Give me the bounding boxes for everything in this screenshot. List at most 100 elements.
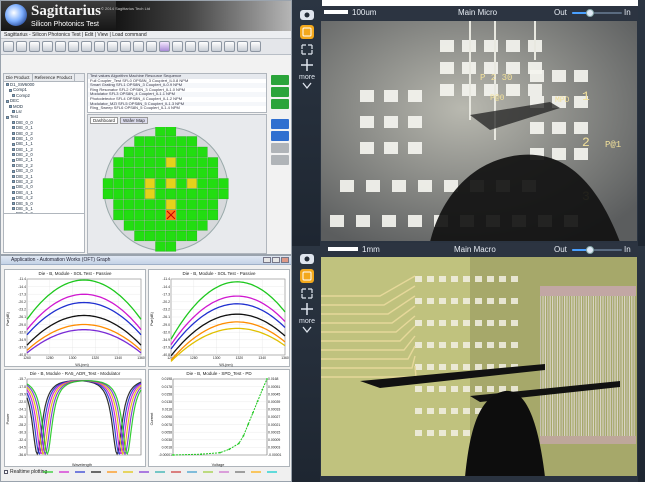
move-icon[interactable] [292,302,322,318]
expand-icon[interactable] [292,286,322,302]
toolbar-button[interactable] [16,41,27,52]
tree-item-label: DIE_3_1 [16,173,33,179]
y-tick-label: -34.5 [18,446,26,450]
layers-icon[interactable] [292,268,322,286]
minimize-icon[interactable] [263,257,271,263]
action-button[interactable] [271,119,289,129]
macro-pad [463,364,470,370]
tree-checkbox-icon[interactable] [12,169,15,173]
tree-checkbox-icon[interactable] [6,99,9,103]
tab-reference-product[interactable]: Reference Product [33,74,76,81]
more-label[interactable]: more [292,74,322,81]
test-parameters-table[interactable]: Test values Algorithm Machine Resource S… [87,73,267,113]
stripe [580,296,582,436]
toolbar-button[interactable] [29,41,40,52]
toolbar-button[interactable] [120,41,131,52]
toolbar-button[interactable] [172,41,183,52]
toolbar-button[interactable] [81,41,92,52]
y-tick-label: -32.0 [18,330,26,334]
tree-checkbox-icon[interactable] [9,104,12,108]
bond-pad [392,180,406,192]
menu-bar[interactable]: Sagittarius - Silicon Photonics Test | E… [1,31,291,39]
toolbar-button[interactable] [42,41,53,52]
tree-checkbox-icon[interactable] [9,88,12,92]
tree-checkbox-icon[interactable] [12,131,15,135]
action-button[interactable] [271,87,289,97]
action-button[interactable] [271,143,289,153]
tree-checkbox-icon[interactable] [12,196,15,200]
toolbar-button[interactable] [224,41,235,52]
tree-checkbox-icon[interactable] [12,121,15,125]
action-button[interactable] [271,99,289,109]
toolbar-button[interactable] [107,41,118,52]
tree-checkbox-icon[interactable] [12,201,15,205]
tab-die-product[interactable]: Die Product [4,74,33,81]
chevron-down-icon[interactable] [292,325,322,337]
camera-icon[interactable] [292,252,322,268]
tree-checkbox-icon[interactable] [12,191,15,195]
toolbar-button[interactable] [3,41,14,52]
tree-checkbox-icon[interactable] [12,175,15,178]
wafer-die [134,230,145,242]
y2-tick-label: 0.00039 [268,400,280,404]
toolbar-button[interactable] [185,41,196,52]
tree-checkbox-icon[interactable] [12,153,15,157]
micro-camera-view[interactable]: P 2 30P@0MPD12P@13 [320,20,638,242]
tree-checkbox-icon[interactable] [12,158,15,162]
macro-camera-view[interactable] [320,256,638,477]
stripe [576,296,578,436]
tree-checkbox-icon[interactable] [12,110,15,114]
micro-zoom-knob[interactable] [585,9,594,17]
tree-checkbox-icon[interactable] [6,115,9,119]
tree-checkbox-icon[interactable] [6,83,9,87]
toolbar-button-selected[interactable] [159,41,170,52]
toolbar-button[interactable] [211,41,222,52]
tab-wafer-map[interactable]: Wafer Map [120,117,148,124]
toolbar-button[interactable] [250,41,261,52]
checkbox-icon[interactable] [4,469,8,474]
action-button[interactable] [271,131,289,141]
macro-pad [463,342,470,348]
toolbar-button[interactable] [146,41,157,52]
camera-icon[interactable] [292,8,322,24]
move-icon[interactable] [292,58,322,74]
action-button[interactable] [271,155,289,165]
maximize-icon[interactable] [272,257,280,263]
y2-tick-label: -0.00001 [268,453,281,457]
stripe [621,296,623,436]
tree-checkbox-icon[interactable] [12,126,15,130]
toolbar-button[interactable] [198,41,209,52]
tree-checkbox-icon[interactable] [12,185,15,189]
close-icon[interactable] [281,257,289,263]
wafer-die [207,167,219,179]
wafer-die [176,230,187,242]
tree-checkbox-icon[interactable] [12,207,15,211]
tree-checkbox-icon[interactable] [12,142,15,146]
tree-item-label: DIE_2_1 [16,157,33,163]
action-button[interactable] [271,75,289,85]
more-label[interactable]: more [292,318,322,325]
toolbar-button[interactable] [133,41,144,52]
chevron-down-icon[interactable] [292,81,322,93]
layers-icon[interactable] [292,24,322,42]
wafer-die [176,209,187,221]
params-row[interactable]: Ring_Sweep SFL6 OPS8N_5 Couplert_IL1.4 N… [88,106,266,111]
y-tick-label: -29.0 [162,323,170,327]
tree-checkbox-icon[interactable] [12,94,15,98]
toolbar-button[interactable] [55,41,66,52]
tree-checkbox-icon[interactable] [12,164,15,168]
tree-checkbox-icon[interactable] [12,180,15,184]
y-tick-label: -23.2 [162,308,170,312]
toolbar-button[interactable] [94,41,105,52]
expand-icon[interactable] [292,42,322,58]
macro-zoom-knob[interactable] [585,246,594,254]
macro-pad [415,320,422,326]
wafer-map[interactable] [94,127,262,252]
tab-dashboard[interactable]: Dashboard [90,117,119,124]
toolbar-button[interactable] [237,41,248,52]
results-table[interactable] [3,213,85,253]
toolbar-button[interactable] [68,41,79,52]
tree-checkbox-icon[interactable] [12,137,15,141]
tree-checkbox-icon[interactable] [12,148,15,152]
macro-pad [427,430,434,436]
